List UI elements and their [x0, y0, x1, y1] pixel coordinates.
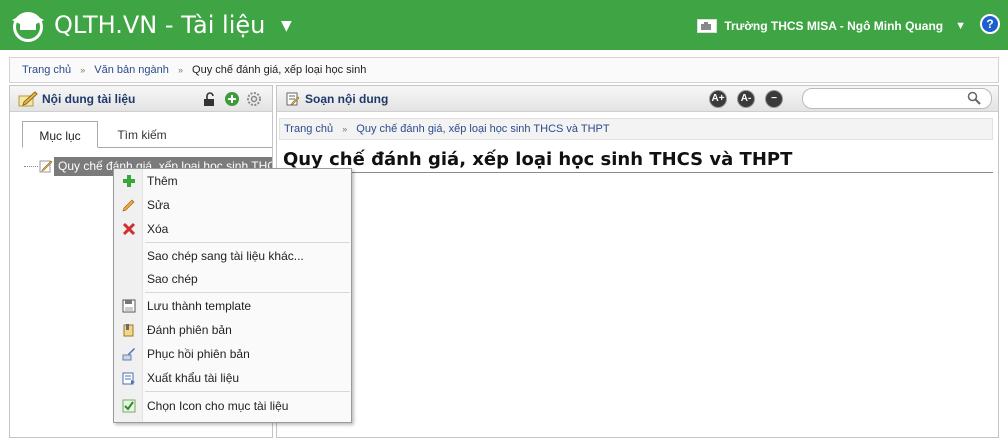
brand-name: QLTH.VN	[54, 11, 158, 39]
search-icon[interactable]	[967, 91, 981, 105]
top-bar: QLTH.VN - Tài liệu ▼ Trường THCS MISA - …	[0, 0, 1008, 50]
reset-font-button[interactable]: −	[765, 90, 783, 108]
add-circle-icon[interactable]	[224, 91, 240, 107]
menu-item-restore-version[interactable]: Phục hồi phiên bản	[114, 343, 351, 365]
breadcrumb-industry-docs[interactable]: Văn bản ngành	[94, 64, 169, 76]
section-name: Tài liệu	[181, 11, 266, 39]
graduation-cap-logo-icon[interactable]	[8, 7, 48, 43]
tab-table-of-contents[interactable]: Mục lục	[22, 121, 98, 148]
context-menu: Thêm Sửa Xóa Sao chép sang tài liệu khác…	[113, 168, 352, 423]
document-breadcrumb: Trang chủ » Quy chế đánh giá, xếp loại h…	[279, 118, 993, 140]
gear-icon[interactable]	[246, 91, 262, 107]
breadcrumb: Trang chủ » Văn bản ngành » Quy chế đánh…	[9, 57, 999, 83]
menu-item-export[interactable]: Xuất khẩu tài liệu	[114, 367, 351, 389]
document-breadcrumb-current[interactable]: Quy chế đánh giá, xếp loại học sinh THCS…	[356, 123, 609, 135]
left-panel-header: Nội dung tài liệu	[10, 86, 272, 112]
right-panel-header: Soạn nội dung A+ A- −	[277, 86, 998, 112]
document-pencil-icon	[39, 160, 53, 173]
document-title: Quy chế đánh giá, xếp loại học sinh THCS…	[283, 149, 993, 173]
school-badge-icon	[697, 19, 718, 33]
menu-separator	[145, 242, 350, 243]
save-template-icon	[122, 299, 136, 313]
breadcrumb-separator: »	[80, 65, 86, 75]
menu-item-add[interactable]: Thêm	[114, 170, 351, 192]
pencil-paper-icon	[18, 91, 38, 107]
menu-separator	[145, 292, 350, 293]
version-icon	[123, 324, 134, 337]
right-panel-title: Soạn nội dung	[305, 92, 389, 106]
pencil-icon	[122, 199, 135, 212]
choose-icon-icon	[122, 399, 136, 413]
decrease-font-button[interactable]: A-	[737, 90, 755, 108]
menu-item-copy-to-other-document[interactable]: Sao chép sang tài liệu khác...	[114, 245, 351, 267]
breadcrumb-home[interactable]: Trang chủ	[22, 64, 71, 76]
edit-document-icon	[286, 92, 300, 106]
delete-x-icon	[122, 222, 136, 236]
help-icon[interactable]: ?	[980, 14, 1000, 34]
menu-item-copy[interactable]: Sao chép	[114, 268, 351, 290]
unlock-icon[interactable]	[202, 91, 218, 107]
left-panel-tabs: Mục lục Tìm kiếm	[22, 121, 272, 148]
plus-icon	[123, 175, 135, 187]
search-input[interactable]	[802, 88, 992, 109]
menu-item-version[interactable]: Đánh phiên bản	[114, 319, 351, 341]
tab-search[interactable]: Tìm kiếm	[104, 121, 180, 148]
school-user-label: Trường THCS MISA - Ngô Minh Quang	[724, 19, 944, 33]
menu-item-delete[interactable]: Xóa	[114, 218, 351, 240]
breadcrumb-separator: »	[177, 65, 183, 75]
editor-panel: Soạn nội dung A+ A- − Trang chủ » Quy ch…	[276, 85, 999, 438]
breadcrumb-separator: »	[342, 124, 348, 134]
export-icon	[122, 372, 135, 385]
user-menu[interactable]: Trường THCS MISA - Ngô Minh Quang ▼	[697, 16, 966, 36]
increase-font-button[interactable]: A+	[709, 90, 727, 108]
restore-icon	[122, 348, 135, 361]
menu-item-edit[interactable]: Sửa	[114, 194, 351, 216]
document-breadcrumb-home[interactable]: Trang chủ	[284, 123, 333, 135]
menu-separator	[145, 391, 350, 392]
user-dropdown-icon[interactable]: ▼	[955, 20, 966, 32]
breadcrumb-current: Quy chế đánh giá, xếp loại học sinh	[192, 64, 367, 76]
menu-item-save-template[interactable]: Lưu thành template	[114, 295, 351, 317]
section-dropdown-icon[interactable]: ▼	[281, 18, 292, 34]
menu-item-choose-icon[interactable]: Chọn Icon cho mục tài liệu	[114, 395, 351, 417]
tree-connector	[24, 166, 38, 167]
left-panel-title: Nội dung tài liệu	[42, 92, 136, 106]
app-title[interactable]: QLTH.VN - Tài liệu ▼	[54, 11, 292, 40]
